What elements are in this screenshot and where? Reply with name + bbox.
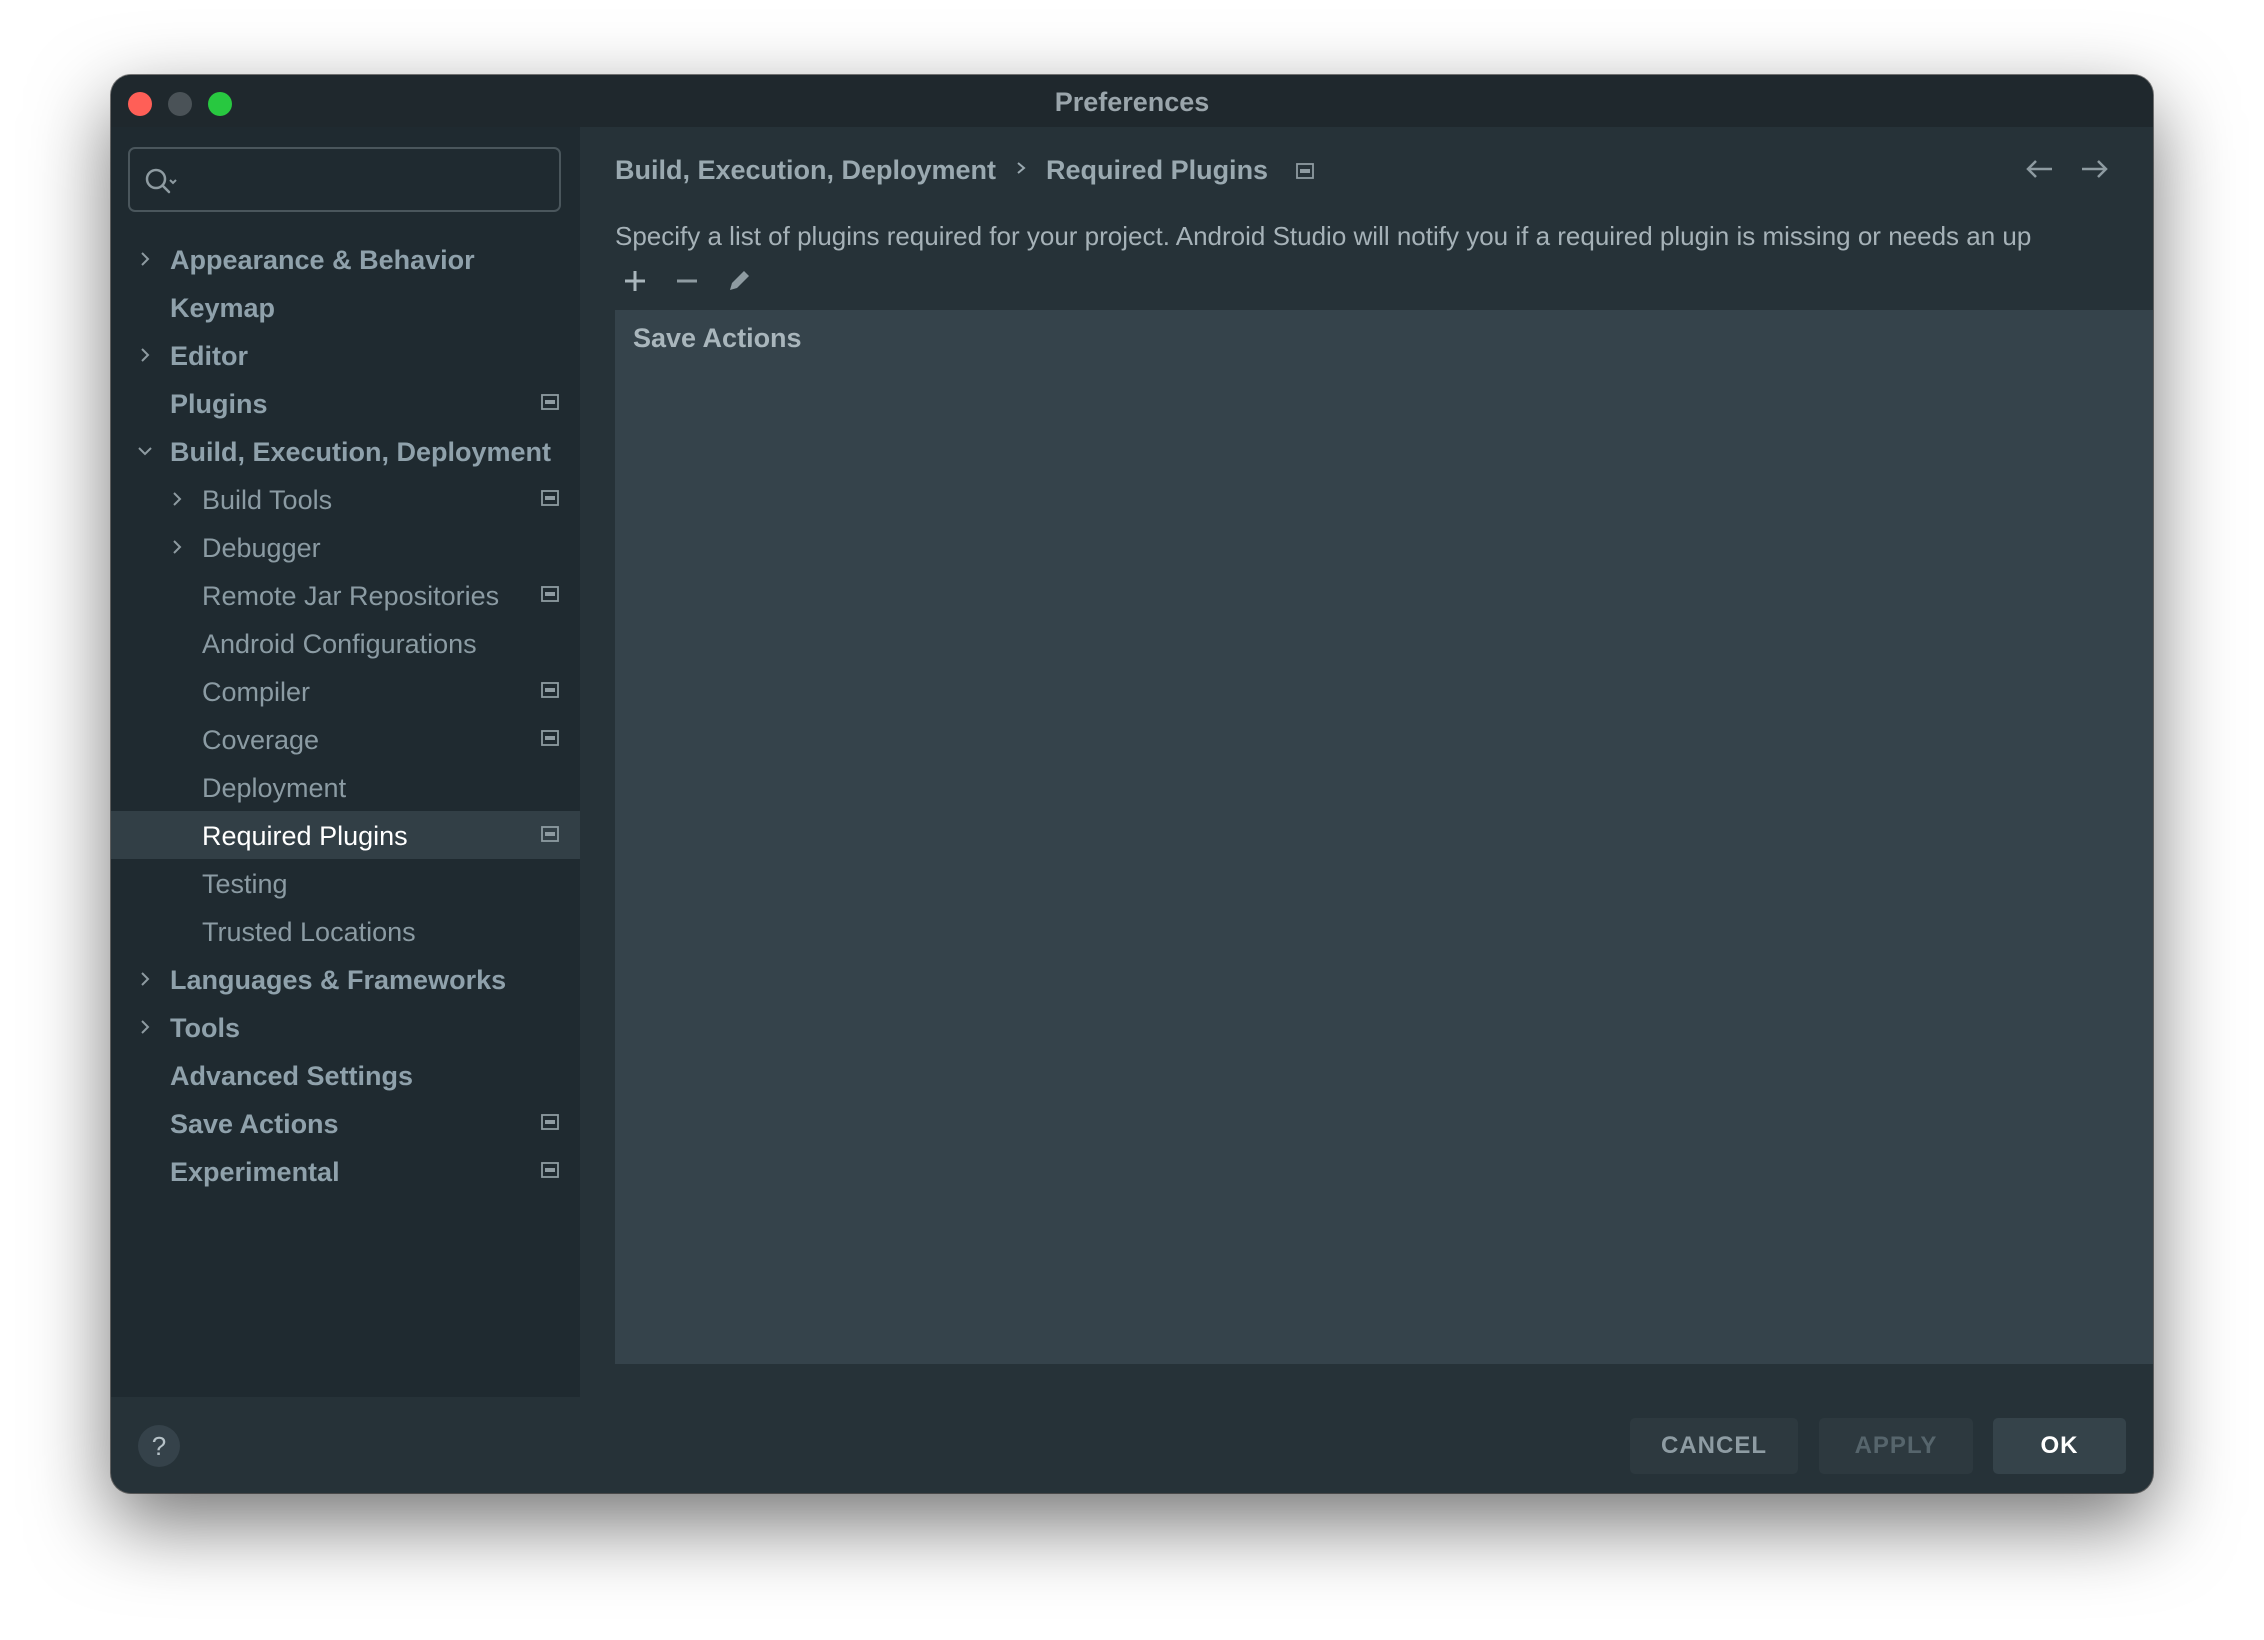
minus-icon[interactable] [673,267,701,295]
sidebar-item-label: Compiler [202,677,311,707]
forward-arrow-icon[interactable] [2078,157,2110,181]
sidebar-item-label: Appearance & Behavior [170,245,475,275]
sidebar-item-label: Save Actions [170,1109,339,1139]
window-title: Preferences [1054,87,1210,117]
ok-button[interactable]: OK [1993,1418,2126,1474]
sidebar-item-compiler[interactable]: Compiler [111,667,580,715]
breadcrumb-current: Required Plugins [1046,155,1269,185]
search-icon [145,168,177,194]
apply-button[interactable]: APPLY [1819,1418,1973,1474]
breadcrumb-parent[interactable]: Build, Execution, Deployment [615,155,996,185]
sidebar-item-build-tools[interactable]: Build Tools [111,475,580,523]
sidebar-item-label: Debugger [202,533,321,563]
chevron-right-icon [1017,162,1026,174]
sidebar-item-label: Coverage [202,725,320,755]
sidebar-item-coverage[interactable]: Coverage [111,715,580,763]
project-level-icon [541,826,559,842]
sidebar-item-debugger[interactable]: Debugger [111,523,580,571]
sidebar-item-label: Deployment [202,773,347,803]
sidebar-item-label: Plugins [170,389,268,419]
required-plugins-list[interactable]: Save Actions [615,310,2153,1364]
chevron-right-icon[interactable] [137,251,153,267]
project-level-icon [541,730,559,746]
sidebar-item-trusted-locations[interactable]: Trusted Locations [111,907,580,955]
settings-sidebar: Appearance & Behavior Keymap Editor Plugins… [111,127,580,1397]
breadcrumb: Build, Execution, Deployment Required Plu… [615,155,1314,186]
sidebar-item-label: Editor [170,341,248,371]
content-panel: Build, Execution, Deployment Required Plu… [580,127,2153,1397]
sidebar-item-experimental[interactable]: Experimental [111,1147,580,1195]
project-level-icon [541,490,559,506]
sidebar-item-label: Remote Jar Repositories [202,581,500,611]
sidebar-item-deployment[interactable]: Deployment [111,763,580,811]
pencil-icon[interactable] [725,267,753,295]
sidebar-item-label: Advanced Settings [170,1061,414,1091]
sidebar-item-label: Trusted Locations [202,917,416,947]
sidebar-item-android-configurations[interactable]: Android Configurations [111,619,580,667]
sidebar-item-label: Build, Execution, Deployment [170,437,552,467]
sidebar-item-label: Build Tools [202,485,333,515]
title-bar: Preferences [111,75,2153,127]
sidebar-item-label: Required Plugins [202,821,408,851]
chevron-right-icon[interactable] [137,971,153,987]
sidebar-item-languages-frameworks[interactable]: Languages & Frameworks [111,955,580,1003]
sidebar-item-label: Keymap [170,293,276,323]
sidebar-item-label: Android Configurations [202,629,477,659]
sidebar-item-label: Experimental [170,1157,340,1187]
sidebar-item-testing[interactable]: Testing [111,859,580,907]
back-arrow-icon[interactable] [2024,157,2056,181]
search-input[interactable] [186,149,550,212]
project-level-icon [1296,163,1314,179]
chevron-right-icon[interactable] [169,539,185,555]
sidebar-item-remote-jar-repositories[interactable]: Remote Jar Repositories [111,571,580,619]
sidebar-item-required-plugins[interactable]: Required Plugins [111,811,580,859]
project-level-icon [541,1114,559,1130]
preferences-window: Preferences Appearance & Behavior Keymap E… [111,75,2153,1493]
project-level-icon [541,1162,559,1178]
search-box[interactable] [128,147,561,212]
help-button[interactable]: ? [138,1425,180,1467]
chevron-right-icon[interactable] [169,491,185,507]
sidebar-item-appearance-behavior[interactable]: Appearance & Behavior [111,235,580,283]
settings-tree: Appearance & Behavior Keymap Editor Plugins… [111,235,580,1195]
chevron-down-icon[interactable] [137,443,153,459]
sidebar-item-label: Languages & Frameworks [170,965,507,995]
sidebar-item-tools[interactable]: Tools [111,1003,580,1051]
sidebar-item-label: Testing [202,869,288,899]
sidebar-item-keymap[interactable]: Keymap [111,283,580,331]
plus-icon[interactable] [621,267,649,295]
project-level-icon [541,394,559,410]
sidebar-item-build-execution-deployment[interactable]: Build, Execution, Deployment [111,427,580,475]
sidebar-item-editor[interactable]: Editor [111,331,580,379]
chevron-right-icon[interactable] [137,1019,153,1035]
sidebar-item-label: Tools [170,1013,240,1043]
page-description: Specify a list of plugins required for y… [615,221,2032,251]
list-item[interactable]: Save Actions [633,323,802,354]
sidebar-item-plugins[interactable]: Plugins [111,379,580,427]
project-level-icon [541,586,559,602]
sidebar-item-advanced-settings[interactable]: Advanced Settings [111,1051,580,1099]
project-level-icon [541,682,559,698]
cancel-button[interactable]: CANCEL [1630,1418,1798,1474]
chevron-right-icon[interactable] [137,347,153,363]
sidebar-item-save-actions[interactable]: Save Actions [111,1099,580,1147]
